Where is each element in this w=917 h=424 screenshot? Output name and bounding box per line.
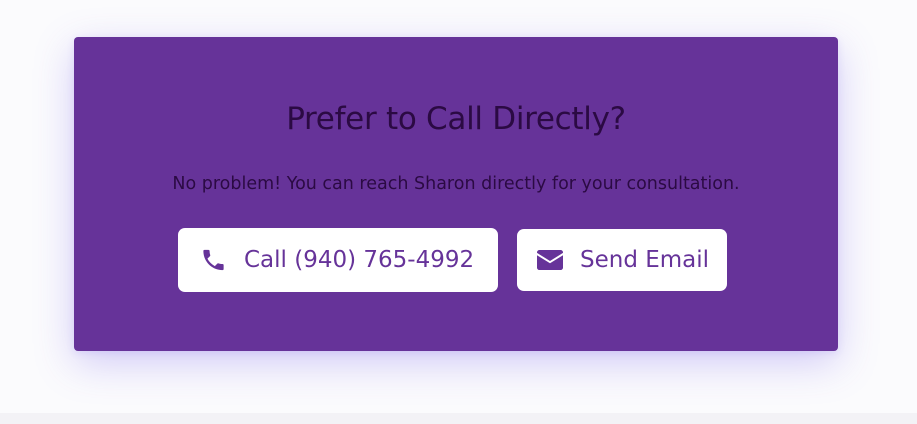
call-button-label: Call (940) 765-4992 — [244, 247, 475, 273]
next-section-edge — [0, 413, 917, 424]
contact-cta-card: Prefer to Call Directly? No problem! You… — [74, 37, 838, 351]
send-email-button-label: Send Email — [580, 247, 710, 273]
envelope-icon — [537, 249, 563, 271]
phone-icon — [200, 246, 227, 274]
call-button[interactable]: Call (940) 765-4992 — [178, 228, 498, 292]
send-email-button[interactable]: Send Email — [517, 229, 727, 291]
cta-title: Prefer to Call Directly? — [286, 101, 626, 137]
cta-subtitle: No problem! You can reach Sharon directl… — [172, 174, 740, 194]
